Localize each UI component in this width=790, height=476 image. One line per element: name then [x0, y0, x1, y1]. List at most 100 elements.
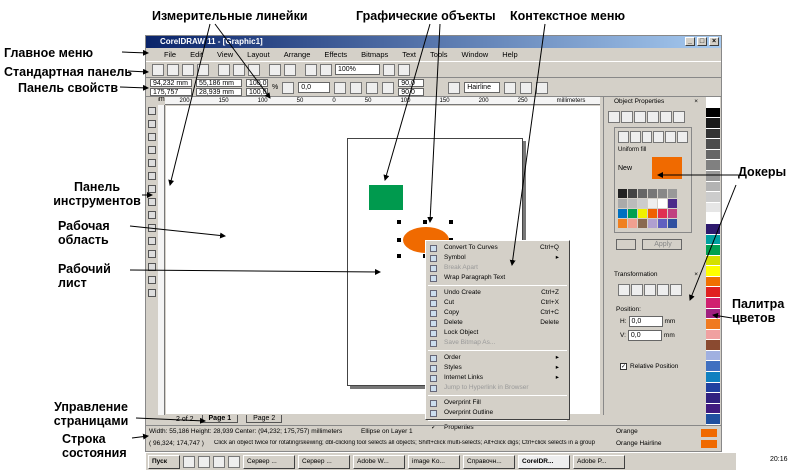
palette-swatch[interactable]	[706, 192, 720, 203]
selection-handle[interactable]	[449, 220, 453, 224]
ellipse-tool-icon[interactable]	[148, 198, 156, 206]
palette-swatch[interactable]	[706, 308, 720, 320]
fill-swatch[interactable]	[668, 209, 677, 218]
palette-swatch[interactable]	[706, 361, 720, 373]
menu-help[interactable]: Help	[502, 50, 517, 59]
close-transformation-icon[interactable]: ×	[694, 270, 698, 280]
wrap-text-icon[interactable]	[448, 81, 461, 94]
quick-launch-icon[interactable]	[213, 455, 225, 468]
uniform-fill-icon[interactable]	[618, 131, 629, 143]
postscript-fill-icon[interactable]	[665, 131, 677, 143]
context-menu-item[interactable]: Copy Ctrl+C	[426, 308, 569, 318]
fill-swatch[interactable]	[628, 189, 637, 198]
rotate-icon[interactable]	[631, 284, 643, 296]
context-menu-item[interactable]: Break Apart	[426, 263, 569, 273]
fill-swatch[interactable]	[648, 189, 657, 198]
palette-swatch[interactable]	[706, 213, 720, 224]
palette-swatch[interactable]	[706, 118, 720, 129]
height-field[interactable]: 28,939 mm	[196, 88, 242, 96]
palette-swatch[interactable]	[706, 287, 720, 298]
v-position-field[interactable]: 0,0	[627, 330, 662, 341]
interactive-tool-icon[interactable]	[148, 237, 156, 245]
tab-page-1[interactable]: Page 1	[201, 415, 239, 423]
taskbar-button[interactable]: CorelDR...	[518, 454, 570, 469]
end-angle-field[interactable]: 90,0	[398, 88, 425, 96]
rotation-angle-field[interactable]: 0,0	[298, 82, 331, 93]
copy-icon[interactable]	[233, 63, 245, 76]
print-icon[interactable]	[197, 63, 209, 76]
fill-swatch[interactable]	[658, 219, 667, 228]
palette-swatch[interactable]	[706, 202, 720, 214]
context-menu-item[interactable]: Wrap Paragraph Text	[426, 273, 569, 283]
start-button[interactable]: Пуск	[148, 454, 180, 469]
shape-tool-icon[interactable]	[148, 120, 156, 128]
taskbar-button[interactable]: Сервер ...	[298, 454, 350, 469]
context-menu-item[interactable]: Styles ▸	[426, 363, 569, 373]
y-position-field[interactable]: 175,757 mm	[150, 88, 192, 103]
outline-tool-icon[interactable]	[148, 263, 156, 271]
palette-swatch[interactable]	[706, 107, 720, 119]
pie-icon[interactable]	[366, 81, 379, 94]
texture-fill-icon[interactable]	[653, 131, 665, 143]
horizontal-ruler[interactable]: 200 150 100 50 0 50 100 150 200 250 millimeters	[165, 97, 600, 105]
scale-x-field[interactable]: 100,0	[246, 79, 268, 87]
quick-launch-icon[interactable]	[228, 455, 240, 468]
fill-swatch[interactable]	[668, 219, 677, 228]
palette-swatch[interactable]	[706, 128, 720, 140]
fill-swatch[interactable]	[648, 209, 657, 218]
palette-swatch[interactable]	[706, 372, 720, 383]
context-menu-item[interactable]: Order ▸	[426, 353, 569, 363]
fill-tool-icon[interactable]	[148, 276, 156, 284]
close-docker-icon[interactable]: ×	[694, 97, 698, 107]
context-menu-item[interactable]: Save Bitmap As...	[426, 338, 569, 348]
palette-swatch[interactable]	[706, 319, 720, 330]
menu-tools[interactable]: Tools	[430, 50, 448, 59]
open-icon[interactable]	[167, 63, 179, 76]
palette-swatch[interactable]	[706, 350, 720, 362]
arc-icon[interactable]	[382, 81, 395, 94]
selection-handle[interactable]	[397, 220, 401, 224]
menu-file[interactable]: File	[164, 50, 176, 59]
minimize-button[interactable]: _	[685, 37, 695, 46]
green-rectangle[interactable]	[369, 185, 403, 210]
context-menu-item[interactable]: Convert To Curves Ctrl+Q	[426, 243, 569, 253]
lock-ratio-icon[interactable]	[282, 81, 295, 94]
fill-tab-icon[interactable]	[608, 111, 620, 123]
no-fill-icon[interactable]	[677, 131, 688, 143]
skew-icon[interactable]	[670, 284, 682, 296]
fill-swatch[interactable]	[618, 219, 627, 228]
palette-swatch[interactable]	[706, 245, 720, 256]
fill-swatch[interactable]	[618, 209, 627, 218]
eyedropper-tool-icon[interactable]	[148, 250, 156, 258]
zoom-tool-icon[interactable]	[148, 146, 156, 154]
export-icon[interactable]	[320, 63, 332, 76]
cut-icon[interactable]	[218, 63, 230, 76]
fill-swatch[interactable]	[638, 189, 647, 198]
taskbar-button[interactable]: Сервер ...	[243, 454, 295, 469]
tab-page-2[interactable]: Page 2	[246, 415, 283, 423]
palette-swatch[interactable]	[706, 149, 720, 161]
selection-handle[interactable]	[423, 220, 427, 224]
menu-window[interactable]: Window	[462, 50, 489, 59]
selection-handle[interactable]	[397, 254, 401, 258]
palette-swatch[interactable]	[706, 393, 720, 404]
palette-swatch[interactable]	[706, 234, 720, 246]
taskbar-button[interactable]: Справочн...	[463, 454, 515, 469]
rectangle-tool-icon[interactable]	[148, 185, 156, 193]
fill-swatch[interactable]	[668, 189, 677, 198]
crop-tool-icon[interactable]	[148, 133, 156, 141]
fill-swatch[interactable]	[628, 219, 637, 228]
palette-swatch[interactable]	[706, 171, 720, 182]
fill-swatch[interactable]	[638, 199, 647, 208]
interactive-fill-tool-icon[interactable]	[148, 289, 156, 297]
selection-handle[interactable]	[397, 238, 401, 242]
context-menu-item[interactable]: Undo Create Ctrl+Z	[426, 288, 569, 298]
palette-swatch[interactable]	[706, 403, 720, 415]
palette-swatch[interactable]	[706, 297, 720, 309]
vertical-ruler[interactable]	[158, 105, 165, 415]
taskbar-button[interactable]: image Ko...	[408, 454, 460, 469]
undo-icon[interactable]	[269, 63, 281, 76]
palette-swatch[interactable]	[706, 139, 720, 150]
menu-effects[interactable]: Effects	[324, 50, 347, 59]
palette-swatch[interactable]	[706, 160, 720, 172]
